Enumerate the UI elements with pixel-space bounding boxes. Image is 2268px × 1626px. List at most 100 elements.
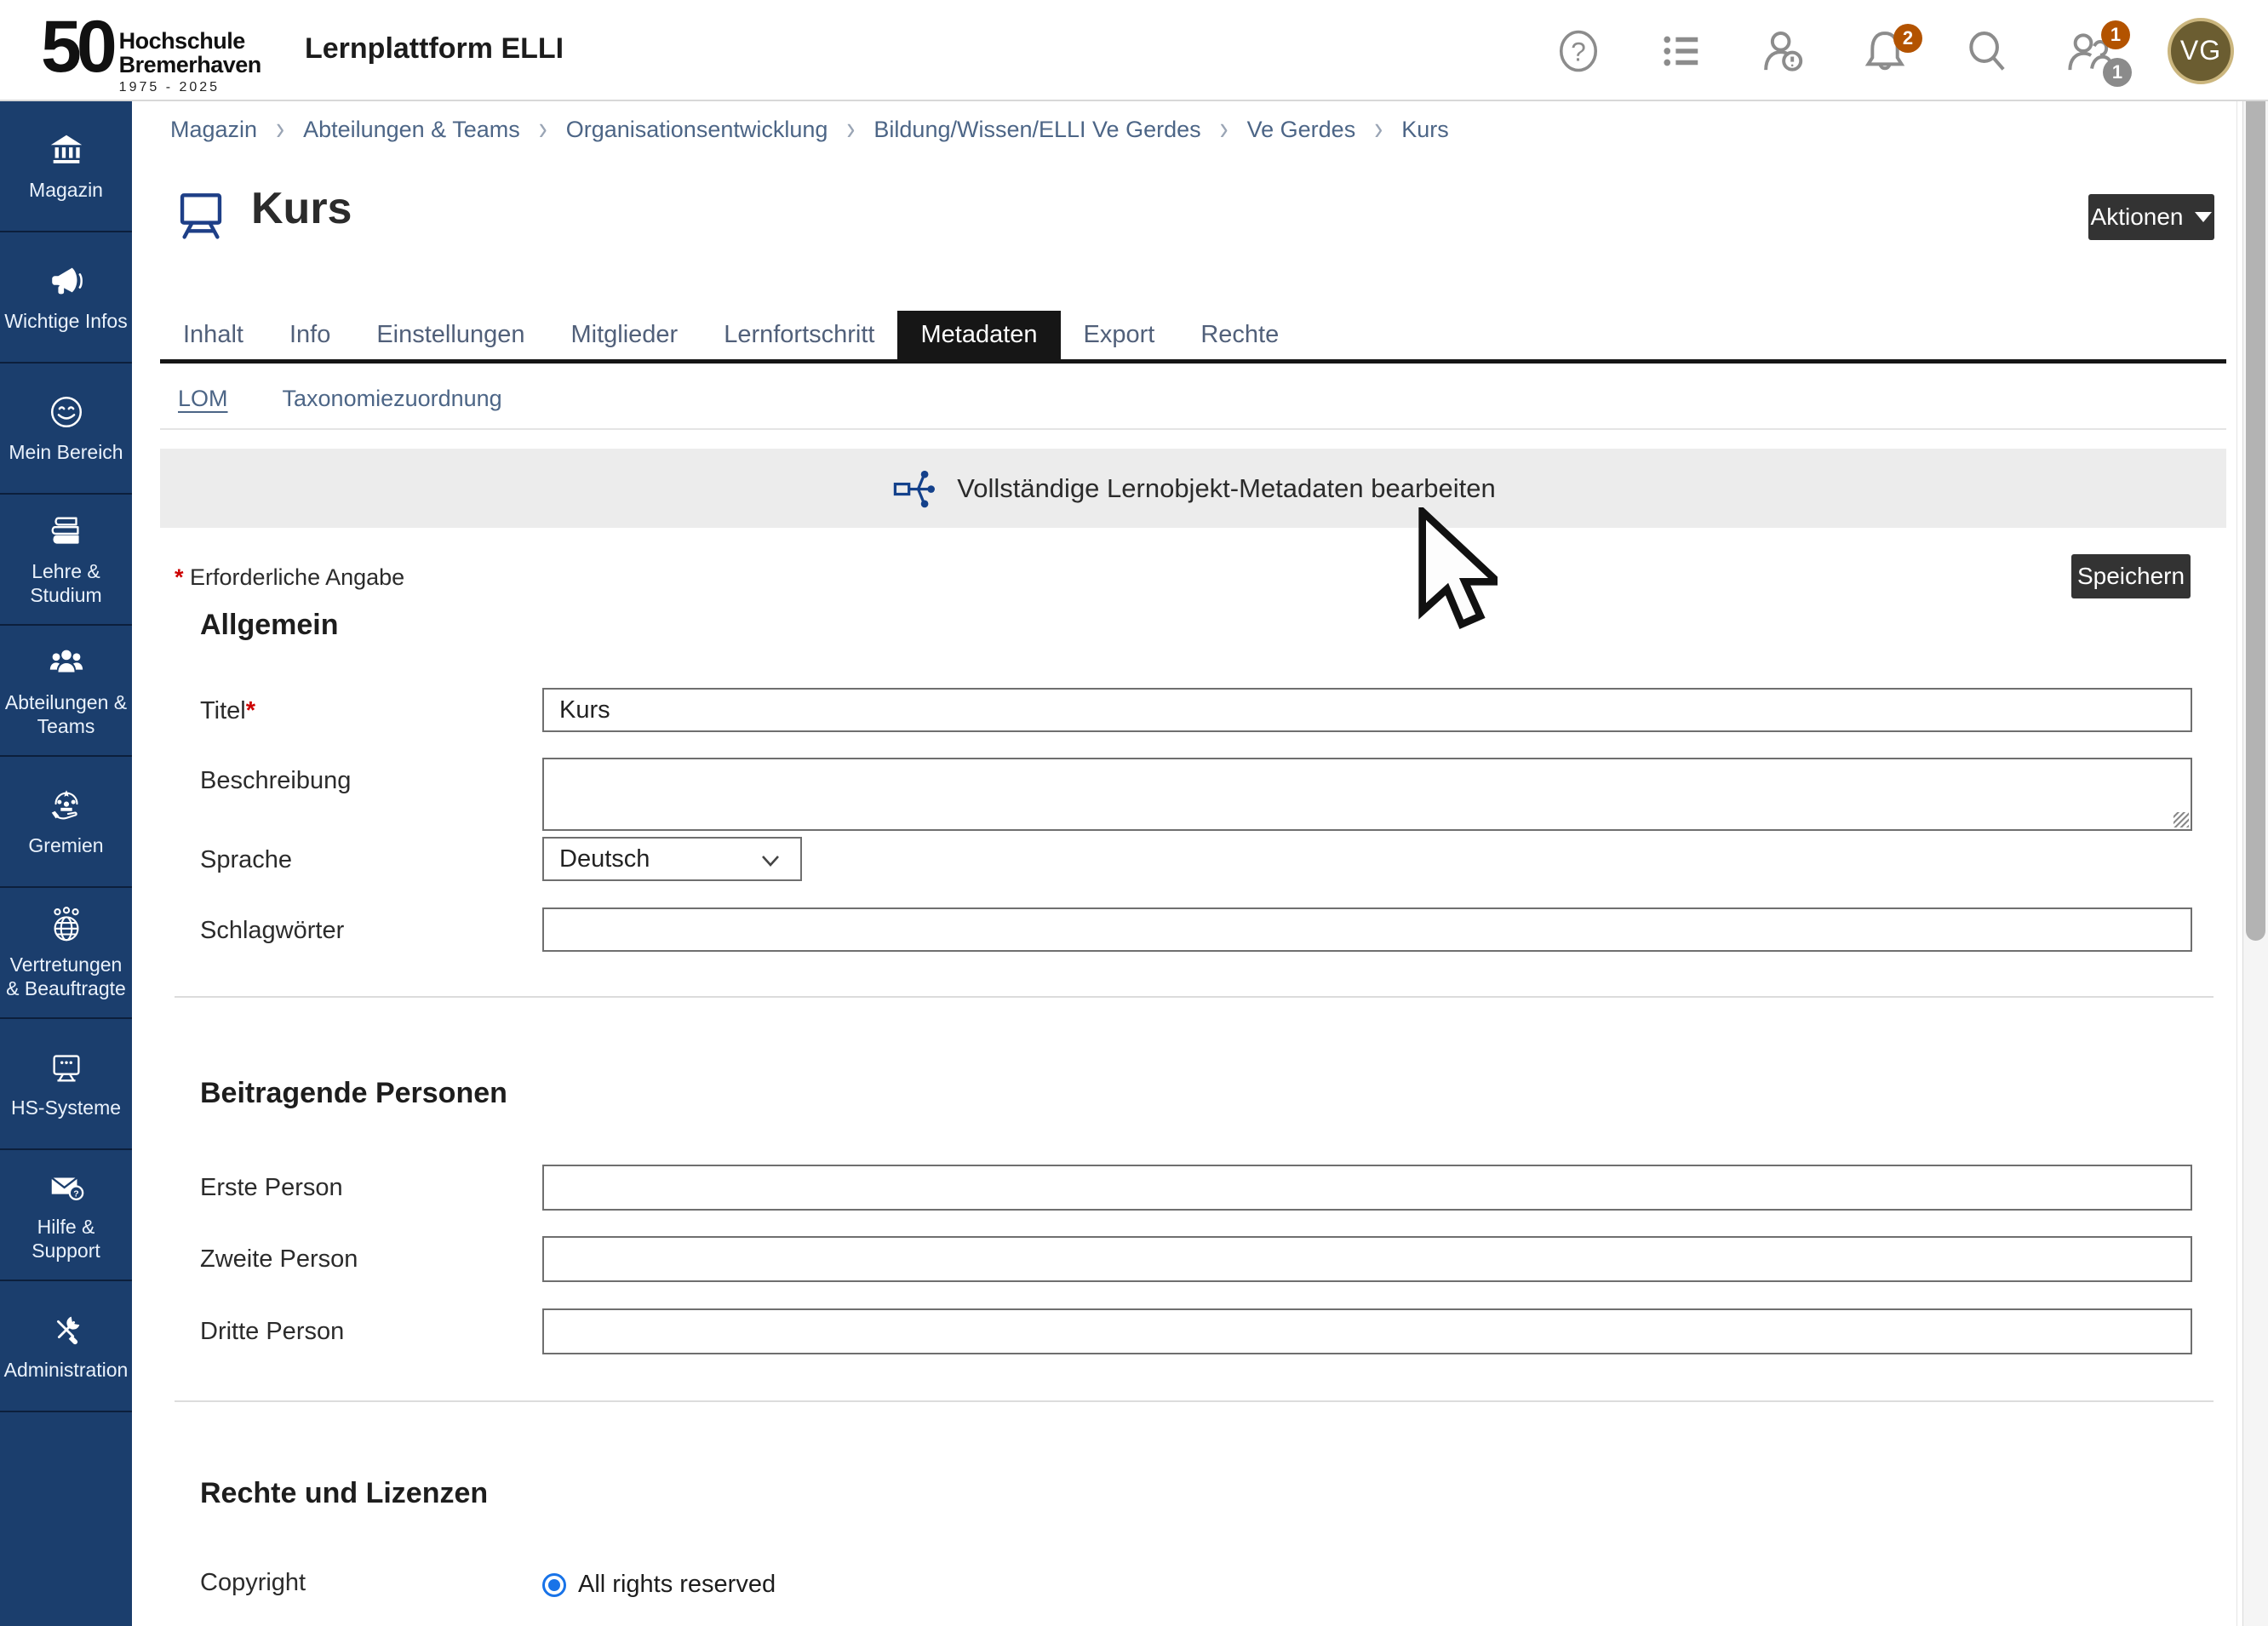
app-title: Lernplattform ELLI (305, 32, 564, 66)
section-heading-beitragende: Beitragende Personen (200, 1077, 507, 1110)
breadcrumb-item[interactable]: Magazin (170, 117, 257, 143)
sidebar-item-label: Gremien (28, 833, 103, 857)
notifications-bell-icon[interactable]: 2 (1861, 27, 1909, 75)
tab-bar: Inhalt Info Einstellungen Mitglieder Ler… (160, 311, 1302, 359)
dritte-person-input[interactable] (542, 1308, 2192, 1354)
sidebar-item-wichtige-infos[interactable]: Wichtige Infos (0, 232, 132, 364)
bullet-list-glyph (1658, 28, 1704, 74)
svg-text:?: ? (1571, 36, 1586, 66)
list-menu-icon[interactable] (1657, 27, 1704, 75)
copyright-value-label: All rights reserved (578, 1571, 776, 1599)
sprache-label: Sprache (200, 846, 292, 874)
scrollbar-track[interactable] (2242, 0, 2268, 1626)
breadcrumb: Magazin › Abteilungen & Teams › Organisati… (132, 101, 2236, 157)
breadcrumb-separator: › (1374, 111, 1383, 148)
divider (175, 996, 2214, 998)
schlagwoerter-input[interactable] (542, 907, 2192, 952)
tab-underline (160, 359, 2226, 364)
tab-inhalt[interactable]: Inhalt (160, 311, 266, 359)
sidebar-item-label: Vertretungen & Beauftragte (3, 953, 129, 1000)
avatar[interactable]: VG (2168, 18, 2234, 84)
sidebar-item-label: Magazin (29, 178, 103, 202)
breadcrumb-item[interactable]: Abteilungen & Teams (303, 117, 520, 143)
subtab-taxonomiezuordnung[interactable]: Taxonomiezuordnung (283, 386, 502, 412)
subtab-lom[interactable]: LOM (178, 386, 228, 412)
bank-icon (47, 130, 86, 169)
required-star: * (175, 564, 184, 590)
section-heading-allgemein: Allgemein (200, 609, 338, 642)
main-content: Magazin › Abteilungen & Teams › Organisati… (132, 101, 2236, 1626)
tab-lernfortschritt[interactable]: Lernfortschritt (701, 311, 897, 359)
logo-line2: Bremerhaven (119, 53, 261, 77)
actions-button[interactable]: Aktionen (2088, 194, 2214, 240)
contacts-badge-secondary: 1 (2103, 58, 2132, 87)
tab-info[interactable]: Info (266, 311, 353, 359)
sidebar-item-label: Hilfe & Support (3, 1215, 129, 1262)
breadcrumb-separator: › (276, 111, 284, 148)
sidebar-item-hs-systeme[interactable]: HS-Systeme (0, 1019, 132, 1150)
tab-einstellungen[interactable]: Einstellungen (353, 311, 547, 359)
sidebar-item-administration[interactable]: Administration (0, 1281, 132, 1412)
main-sidebar: Magazin Wichtige Infos Mein Bereich Lehr… (0, 101, 132, 1626)
titel-label-text: Titel (200, 697, 246, 724)
actions-button-label: Aktionen (2091, 203, 2184, 231)
user-status-icon[interactable] (1759, 27, 1807, 75)
user-status-glyph (1759, 27, 1807, 75)
content-edge-line (2236, 101, 2237, 1626)
scrollbar-thumb[interactable] (2246, 55, 2265, 941)
titel-required-star: * (246, 697, 255, 724)
breadcrumb-item[interactable]: Organisationsentwicklung (566, 117, 828, 143)
sidebar-item-label: HS-Systeme (11, 1096, 121, 1119)
breadcrumb-item[interactable]: Kurs (1401, 117, 1449, 143)
magnifier-glyph (1964, 28, 2010, 74)
svg-text:?: ? (73, 1188, 78, 1199)
sidebar-item-label: Abteilungen & Teams (3, 690, 129, 738)
sidebar-item-label: Administration (4, 1358, 129, 1382)
tab-metadaten[interactable]: Metadaten (897, 311, 1060, 359)
zweite-person-input[interactable] (542, 1236, 2192, 1282)
logo-line1: Hochschule (119, 29, 261, 53)
logo-years: 1975 - 2025 (119, 80, 261, 95)
monitor-icon (47, 1048, 86, 1087)
subtab-bar: LOM Taxonomiezuordnung (178, 386, 502, 412)
sidebar-item-abteilungen-teams[interactable]: Abteilungen & Teams (0, 626, 132, 757)
sidebar-item-magazin[interactable]: Magazin (0, 101, 132, 232)
globe-people-icon (47, 905, 86, 944)
copyright-radio[interactable] (542, 1573, 566, 1597)
sidebar-item-hilfe-support[interactable]: ? Hilfe & Support (0, 1150, 132, 1281)
titel-label: Titel* (200, 697, 255, 725)
sidebar-item-vertretungen[interactable]: Vertretungen & Beauftragte (0, 888, 132, 1019)
breadcrumb-item[interactable]: Ve Gerdes (1247, 117, 1356, 143)
help-circle-glyph: ? (1555, 28, 1601, 74)
breadcrumb-item[interactable]: Bildung/Wissen/ELLI Ve Gerdes (873, 117, 1200, 143)
tab-export[interactable]: Export (1061, 311, 1178, 359)
tab-rechte[interactable]: Rechte (1177, 311, 1302, 359)
megaphone-icon (47, 261, 86, 301)
erste-person-input[interactable] (542, 1165, 2192, 1211)
sidebar-item-gremien[interactable]: Gremien (0, 757, 132, 888)
help-icon[interactable]: ? (1555, 27, 1602, 75)
chevron-down-icon (2195, 212, 2212, 222)
search-icon[interactable] (1963, 27, 2011, 75)
banner-label: Vollständige Lernobjekt-Metadaten bearbe… (957, 473, 1496, 504)
titel-input[interactable] (542, 688, 2192, 732)
textarea-resize-handle[interactable] (2174, 812, 2189, 827)
contacts-icon[interactable]: 1 1 (2065, 27, 2113, 75)
sidebar-item-mein-bereich[interactable]: Mein Bereich (0, 364, 132, 495)
sprache-select[interactable]: Deutsch (542, 837, 802, 881)
logo-50: 50 (41, 10, 112, 83)
edit-full-metadata-banner[interactable]: Vollständige Lernobjekt-Metadaten bearbe… (160, 449, 2226, 528)
beschreibung-textarea[interactable] (542, 758, 2192, 831)
sidebar-item-label: Wichtige Infos (4, 309, 127, 333)
radio-dot (548, 1579, 560, 1591)
save-button[interactable]: Speichern (2071, 554, 2191, 598)
sidebar-item-lehre-studium[interactable]: Lehre & Studium (0, 495, 132, 626)
breadcrumb-separator: › (846, 111, 855, 148)
divider (175, 1400, 2214, 1402)
breadcrumb-separator: › (1220, 111, 1228, 148)
copyright-label: Copyright (200, 1569, 306, 1597)
section-heading-rechte: Rechte und Lizenzen (200, 1477, 488, 1510)
tab-mitglieder[interactable]: Mitglieder (547, 311, 701, 359)
university-logo: 50 Hochschule Bremerhaven 1975 - 2025 (41, 10, 261, 95)
mail-question-icon: ? (47, 1167, 86, 1206)
